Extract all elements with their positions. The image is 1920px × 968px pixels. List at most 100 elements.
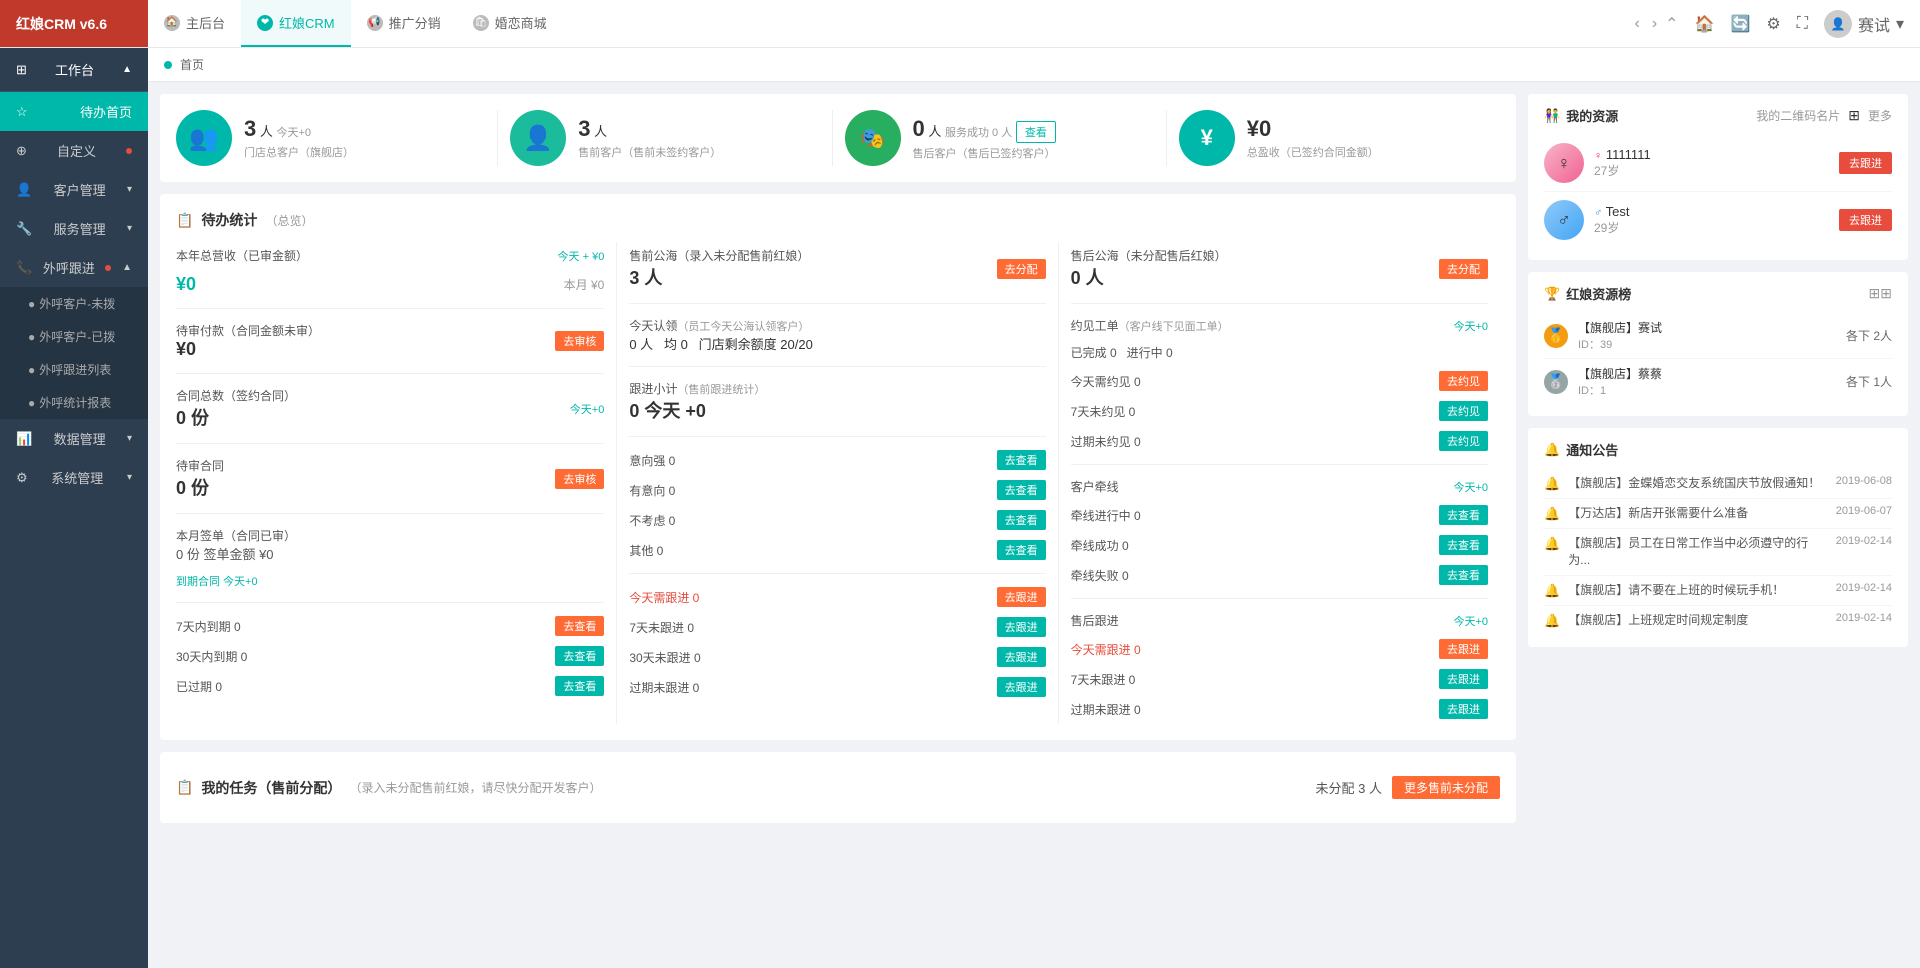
sidebar-item-outbound-report[interactable]: ● 外呼统计报表 xyxy=(0,386,148,419)
7day-meet-btn[interactable]: 去约见 xyxy=(1439,401,1488,421)
notice-item-2: 🔔 【万达店】新店开张需要什么准备 2019-06-07 xyxy=(1544,499,1892,529)
sidebar-item-outbound-list[interactable]: ● 外呼跟进列表 xyxy=(0,353,148,386)
todo-appointment-status: 已完成 0 进行中 0 xyxy=(1071,344,1173,361)
tab-mall[interactable]: 🛍 婚恋商城 xyxy=(457,0,563,47)
sidebar-item-outbound[interactable]: 📞 外呼跟进 ▲ xyxy=(0,248,148,287)
sidebar-item-customer[interactable]: 👤 客户管理 ▾ xyxy=(0,170,148,209)
aftersale-today-btn[interactable]: 去跟进 xyxy=(1439,639,1488,659)
follow-btn-2[interactable]: 去跟进 xyxy=(1839,209,1892,231)
notice-text-2[interactable]: 【万达店】新店开张需要什么准备 xyxy=(1568,505,1828,522)
nav-left-arrow[interactable]: ‹ xyxy=(1631,15,1644,33)
rank-item-1: 🥇 【旗舰店】赛试 ID：39 各下 2人 xyxy=(1544,313,1892,359)
rank-info-2: 【旗舰店】蔡蔡 ID：1 xyxy=(1578,365,1836,398)
notice-text-5[interactable]: 【旗舰店】上班规定时间规定制度 xyxy=(1568,612,1828,629)
todo-expired-row: 已过期 0 去查看 xyxy=(176,671,604,701)
30day-check-btn[interactable]: 去查看 xyxy=(555,646,604,666)
aftersale-7day-btn[interactable]: 去跟进 xyxy=(1439,669,1488,689)
ranking-qr[interactable]: ⊞⊞ xyxy=(1869,285,1892,302)
todo-presale-sea-info: 售前公海（录入未分配售前红娘） 3 人 xyxy=(629,247,809,290)
tab-crm-icon: ❤ xyxy=(257,15,273,31)
user-info[interactable]: 👤 赛试 ▾ xyxy=(1824,10,1904,38)
expired-meet-btn[interactable]: 去约见 xyxy=(1439,431,1488,451)
notice-text-3[interactable]: 【旗舰店】员工在日常工作当中必须遵守的行为... xyxy=(1568,535,1828,569)
workspace-icon: ⊞ xyxy=(16,62,27,78)
aftersale-check-btn[interactable]: 查看 xyxy=(1016,121,1056,143)
nav-expand[interactable]: ⌃ xyxy=(1665,14,1678,34)
nav-right-arrow[interactable]: › xyxy=(1648,15,1661,33)
todo-pending-contract-info: 待审合同 0 份 xyxy=(176,457,224,500)
my-task-more-btn[interactable]: 更多售前未分配 xyxy=(1392,776,1500,799)
stat-revenue-sub: 总盈收（已签约合同金额） xyxy=(1247,144,1484,160)
need-meet-today-btn[interactable]: 去约见 xyxy=(1439,371,1488,391)
match-success-btn[interactable]: 去查看 xyxy=(1439,535,1488,555)
has-intent-btn[interactable]: 去查看 xyxy=(997,480,1046,500)
expired-followup-btn[interactable]: 去跟进 xyxy=(997,677,1046,697)
notice-bell-3: 🔔 xyxy=(1544,536,1560,552)
home-icon[interactable]: 🏠 xyxy=(1695,14,1715,34)
todo-pending-contract-row: 待审合同 0 份 去审核 xyxy=(176,452,604,505)
tab-crm[interactable]: ❤ 红娘CRM xyxy=(241,0,351,47)
notice-bell-2: 🔔 xyxy=(1544,506,1560,522)
ranking-card: 🏆 红娘资源榜 ⊞⊞ 🥇 【旗舰店】赛试 ID：39 xyxy=(1528,272,1908,416)
sidebar-item-data[interactable]: 📊 数据管理 ▾ xyxy=(0,419,148,458)
todo-match-header-row: 客户牵线 今天+0 xyxy=(1071,473,1488,500)
contract-audit-btn[interactable]: 去审核 xyxy=(555,469,604,489)
tab-promotion[interactable]: 📢 推广分销 xyxy=(351,0,457,47)
notice-bell-1: 🔔 xyxy=(1544,476,1560,492)
aftersale-assign-btn[interactable]: 去分配 xyxy=(1439,259,1488,279)
top-nav-tabs: 🏠 主后台 ❤ 红娘CRM 📢 推广分销 🛍 婚恋商城 xyxy=(148,0,1631,47)
notice-item-4: 🔔 【旗舰店】请不要在上班的时候玩手机！ 2019-02-14 xyxy=(1544,576,1892,606)
breadcrumb-home[interactable]: 首页 xyxy=(180,56,204,73)
notice-date-1: 2019-06-08 xyxy=(1836,475,1892,487)
refresh-icon[interactable]: 🔄 xyxy=(1730,14,1750,34)
30day-followup-btn[interactable]: 去跟进 xyxy=(997,647,1046,667)
todo-header-icon: 📋 xyxy=(176,212,193,229)
my-resources-more[interactable]: 更多 xyxy=(1868,107,1892,124)
outbound-dot xyxy=(105,265,111,271)
settings-icon[interactable]: ⚙ xyxy=(1766,14,1780,34)
7day-check-btn[interactable]: 去查看 xyxy=(555,616,604,636)
strong-intent-btn[interactable]: 去查看 xyxy=(997,450,1046,470)
stat-store-main: 3 人 今天+0 xyxy=(244,116,481,142)
todo-expired-label: 已过期 0 xyxy=(176,678,222,695)
notice-item-1: 🔔 【旗舰店】金蝶婚恋交友系统国庆节放假通知！ 2019-06-08 xyxy=(1544,469,1892,499)
sidebar-item-system[interactable]: ⚙ 系统管理 ▾ xyxy=(0,458,148,497)
todo-today-claim-info: 今天认领（员工今天公海认领客户） 0 人 均 0 门店剩余额度 20/20 xyxy=(629,317,813,353)
stat-store-count: 3 xyxy=(244,116,256,141)
rank-item-2: 🥈 【旗舰店】蔡蔡 ID：1 各下 1人 xyxy=(1544,359,1892,404)
7day-followup-btn[interactable]: 去跟进 xyxy=(997,617,1046,637)
sidebar-item-outbound-uncalled[interactable]: ● 外呼客户-未拨 xyxy=(0,287,148,320)
sidebar-item-outbound-called[interactable]: ● 外呼客户-已拨 xyxy=(0,320,148,353)
todo-aftersale-sea-row: 售后公海（未分配售后红娘） 0 人 去分配 xyxy=(1071,242,1488,295)
match-fail-btn[interactable]: 去查看 xyxy=(1439,565,1488,585)
follow-btn-1[interactable]: 去跟进 xyxy=(1839,152,1892,174)
stat-aftersale-unit: 人 xyxy=(928,124,945,139)
todo-aftersale-today-row: 今天需跟进 0 去跟进 xyxy=(1071,634,1488,664)
fullscreen-icon[interactable]: ⛶ xyxy=(1797,15,1808,33)
stat-presale-icon: 👤 xyxy=(510,110,566,166)
todo-presale-sea-value: 3 人 xyxy=(629,264,809,290)
sidebar-item-service[interactable]: 🔧 服务管理 ▾ xyxy=(0,209,148,248)
payment-audit-btn[interactable]: 去审核 xyxy=(555,331,604,351)
other-btn[interactable]: 去查看 xyxy=(997,540,1046,560)
workspace-collapse[interactable]: ▲ xyxy=(122,64,132,75)
top-navigation: 红娘CRM v6.6 🏠 主后台 ❤ 红娘CRM 📢 推广分销 🛍 婚恋商城 ‹… xyxy=(0,0,1920,48)
sidebar-item-todo-home[interactable]: ☆ 待办首页 xyxy=(0,92,148,131)
aftersale-expired-btn[interactable]: 去跟进 xyxy=(1439,699,1488,719)
tab-main-console[interactable]: 🏠 主后台 xyxy=(148,0,241,47)
outbound-uncalled-label: 外呼客户-未拨 xyxy=(39,295,115,312)
customize-label: 自定义 xyxy=(57,141,96,160)
sidebar-item-customize[interactable]: ⊕ 自定义 xyxy=(0,131,148,170)
expired-check-btn[interactable]: 去查看 xyxy=(555,676,604,696)
todo-no-intent-label: 不考虑 0 xyxy=(629,512,675,529)
today-followup-btn[interactable]: 去跟进 xyxy=(997,587,1046,607)
notice-text-4[interactable]: 【旗舰店】请不要在上班的时候玩手机！ xyxy=(1568,582,1828,599)
todo-home-icon: ☆ xyxy=(16,104,28,120)
notice-text-1[interactable]: 【旗舰店】金蝶婚恋交友系统国庆节放假通知！ xyxy=(1568,475,1828,492)
match-progress-btn[interactable]: 去查看 xyxy=(1439,505,1488,525)
todo-pending-contract-label: 待审合同 xyxy=(176,457,224,474)
no-intent-btn[interactable]: 去查看 xyxy=(997,510,1046,530)
qr-icon[interactable]: ⊞ xyxy=(1848,107,1860,124)
my-resources-qr[interactable]: 我的二维码名片 xyxy=(1756,107,1840,124)
presale-assign-btn[interactable]: 去分配 xyxy=(997,259,1046,279)
